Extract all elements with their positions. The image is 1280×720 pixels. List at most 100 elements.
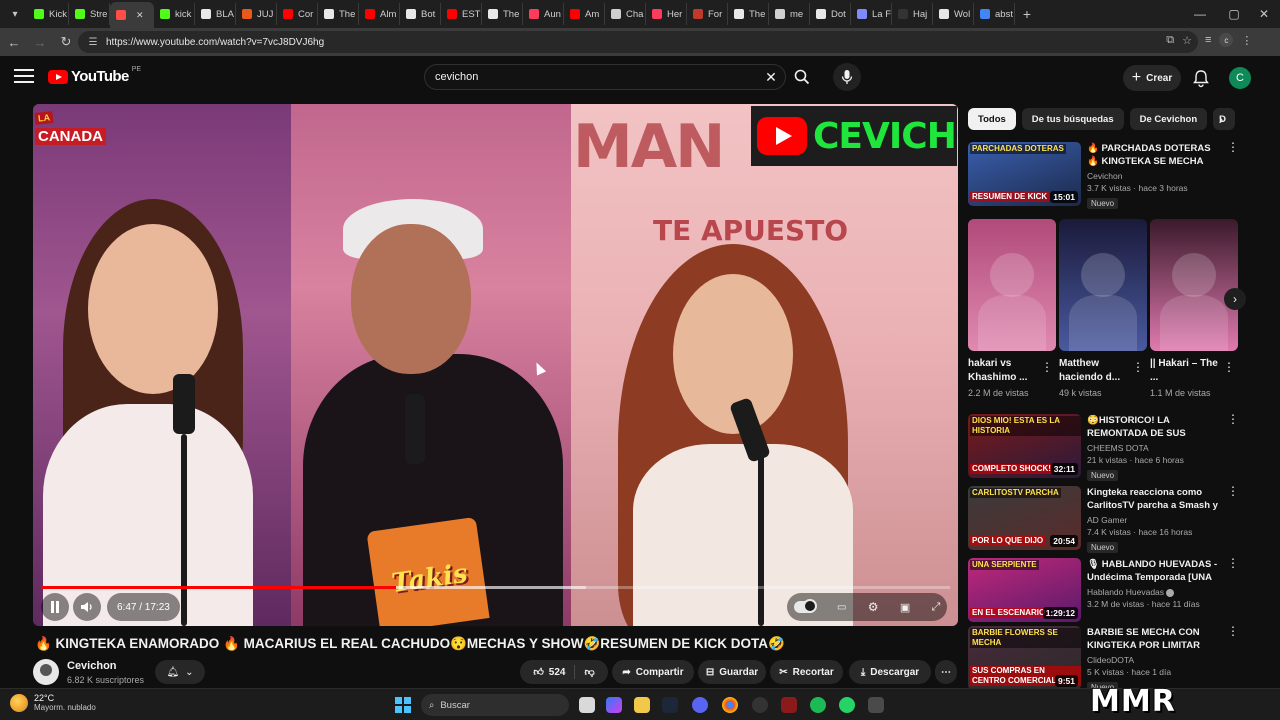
short-video[interactable]: Matthew haciendo d... 49 k vistas ⋮ — [1059, 219, 1147, 398]
channel-name[interactable]: ClideoDOTA — [1087, 655, 1222, 665]
recommended-video[interactable]: PARCHADAS DOTERAS RESUMEN DE KICK 15:01 🔥 P… — [968, 141, 1239, 209]
more-vertical-icon[interactable]: ⋮ — [1132, 361, 1144, 373]
filter-chip[interactable]: Todos — [968, 108, 1016, 130]
video-title[interactable]: 🔥 PARCHADAS DOTERAS🔥 KINGTEKA SE MECHA C… — [1087, 142, 1222, 168]
copilot-icon[interactable] — [606, 697, 622, 713]
short-thumbnail[interactable] — [1059, 219, 1147, 351]
channel-name[interactable]: CHEEMS DOTA — [1087, 443, 1222, 453]
browser-tab[interactable]: EST — [441, 3, 482, 25]
short-thumbnail[interactable] — [1150, 219, 1238, 351]
video-title[interactable]: 🎙 HABLANDO HUEVADAS - Undécima Temporada… — [1087, 558, 1222, 584]
channel-name[interactable]: Hablando Huevadas — [1087, 587, 1222, 597]
filter-chip[interactable]: De tus búsquedas — [1021, 108, 1124, 130]
browser-tab[interactable]: kick — [154, 3, 195, 25]
video-title[interactable]: 😳HISTORICO! LA REMONTADA DE SUS VIDAS!..… — [1087, 414, 1222, 440]
browser-tab[interactable]: The — [482, 3, 523, 25]
like-button[interactable]: 👍︎ 524 — [533, 666, 565, 679]
youtube-logo[interactable]: YouTube PE — [48, 66, 141, 85]
media-controls-icon[interactable]: ≡ — [1205, 34, 1211, 46]
subscribed-button[interactable]: 🔔︎ ⌄ — [155, 660, 205, 684]
clear-search-icon[interactable]: ✕ — [757, 69, 785, 86]
windows-start-icon[interactable] — [395, 697, 411, 713]
pause-button[interactable] — [41, 593, 69, 621]
browser-tab[interactable]: Stre — [69, 3, 110, 25]
channel-name[interactable]: AD Gamer — [1087, 515, 1222, 525]
recommended-video[interactable]: BARBIE FLOWERS SE MECHA SUS COMPRAS EN CE… — [968, 625, 1239, 693]
download-button[interactable]: ⤓ Descargar — [849, 660, 931, 684]
close-tab-icon[interactable]: ✕ — [136, 10, 144, 21]
profile-avatar[interactable]: c — [1219, 33, 1234, 47]
voice-search-button[interactable] — [833, 63, 861, 91]
account-avatar[interactable]: C — [1229, 67, 1251, 89]
volume-button[interactable] — [73, 593, 101, 621]
more-vertical-icon[interactable]: ⋮ — [1227, 625, 1239, 637]
chrome-icon[interactable] — [722, 697, 738, 713]
fullscreen-icon[interactable]: ⤢ — [932, 601, 941, 614]
browser-tab[interactable]: Alm — [359, 3, 400, 25]
channel-name[interactable]: Cevichon — [67, 660, 117, 672]
video-thumbnail[interactable]: UNA SERPIENTE EN EL ESCENARIO 1:29:12 — [968, 558, 1081, 622]
browser-tab[interactable]: The — [318, 3, 359, 25]
browser-tab[interactable]: The — [728, 3, 769, 25]
progress-bar[interactable] — [41, 586, 950, 589]
more-vertical-icon[interactable]: ⋮ — [1227, 413, 1239, 425]
browser-tab[interactable]: ✕ — [110, 2, 154, 28]
spotify-icon[interactable] — [810, 697, 826, 713]
notifications-bell-icon[interactable] — [1191, 68, 1211, 88]
video-thumbnail[interactable]: CARLITOSTV PARCHA POR LO QUE DIJO 20:54 — [968, 486, 1081, 550]
recommended-video[interactable]: DIOS MIO! ESTA ES LA HISTORIA COMPLETO SH… — [968, 413, 1239, 481]
browser-tab[interactable]: Wol — [933, 3, 974, 25]
create-button[interactable]: + Crear — [1123, 65, 1181, 91]
guide-menu-icon[interactable] — [14, 69, 34, 87]
browser-tab[interactable]: me — [769, 3, 810, 25]
task-view-icon[interactable] — [579, 697, 595, 713]
forward-arrow-icon[interactable]: → — [28, 30, 52, 54]
browser-tab[interactable]: abst — [974, 3, 1015, 25]
browser-tab[interactable]: Am — [564, 3, 605, 25]
tab-search-button[interactable]: ▾ — [2, 3, 28, 25]
video-player[interactable]: MAN TE APUESTO Takis LA CANADA CEVICHON … — [33, 104, 958, 626]
whatsapp-icon[interactable] — [839, 697, 855, 713]
browser-tab[interactable]: Haj — [892, 3, 933, 25]
search-button[interactable] — [786, 64, 818, 90]
close-window-icon[interactable]: ✕ — [1244, 0, 1280, 28]
bookmark-star-icon[interactable]: ☆ — [1182, 34, 1192, 47]
subtitles-icon[interactable]: ▭ — [837, 602, 846, 613]
more-vertical-icon[interactable]: ⋮ — [1227, 141, 1239, 153]
channel-name[interactable]: Cevichon — [1087, 171, 1222, 181]
browser-tab[interactable]: Cor — [277, 3, 318, 25]
browser-tab[interactable]: Her — [646, 3, 687, 25]
app-icon[interactable] — [752, 697, 768, 713]
discord-icon[interactable] — [692, 697, 708, 713]
clip-button[interactable]: ✂ Recortar — [770, 660, 843, 684]
video-thumbnail[interactable]: DIOS MIO! ESTA ES LA HISTORIA COMPLETO SH… — [968, 414, 1081, 478]
video-title[interactable]: Kingteka reacciona como CarlitosTV parch… — [1087, 486, 1222, 512]
save-button[interactable]: ⊟ Guardar — [698, 660, 766, 684]
browser-menu-icon[interactable]: ⋮ — [1241, 34, 1252, 47]
more-vertical-icon[interactable]: ⋮ — [1227, 557, 1239, 569]
thumbs-down-icon[interactable]: 👎︎ — [584, 666, 594, 678]
short-title[interactable]: Matthew haciendo d... — [1059, 357, 1131, 385]
short-video[interactable]: || Hakari – The ... 1.1 M de vistas ⋮ — [1150, 219, 1238, 398]
video-title[interactable]: BARBIE SE MECHA CON KINGTEKA POR LIMITAR… — [1087, 626, 1222, 652]
browser-tab[interactable]: La F — [851, 3, 892, 25]
autoplay-toggle[interactable] — [793, 599, 817, 613]
video-thumbnail[interactable]: BARBIE FLOWERS SE MECHA SUS COMPRAS EN CE… — [968, 626, 1081, 690]
browser-tab[interactable]: Cha — [605, 3, 646, 25]
more-vertical-icon[interactable]: ⋮ — [1223, 361, 1235, 373]
more-vertical-icon[interactable]: ⋮ — [1227, 485, 1239, 497]
browser-tab[interactable]: Dot — [810, 3, 851, 25]
browser-tab[interactable]: For — [687, 3, 728, 25]
url-bar[interactable]: ☰ https://www.youtube.com/watch?v=7vcJ8D… — [78, 31, 1198, 53]
steam-icon[interactable] — [662, 697, 678, 713]
more-vertical-icon[interactable]: ⋮ — [1041, 361, 1053, 373]
shorts-next-icon[interactable]: › — [1224, 288, 1246, 310]
channel-avatar[interactable] — [33, 659, 59, 685]
recommended-video[interactable]: UNA SERPIENTE EN EL ESCENARIO 1:29:12 🎙 HAB… — [968, 557, 1239, 624]
taskbar-search[interactable]: ⌕ Buscar — [421, 694, 569, 716]
theater-mode-icon[interactable]: ▣ — [900, 601, 910, 614]
search-input[interactable]: cevichon ✕ — [424, 64, 786, 90]
file-explorer-icon[interactable] — [634, 697, 650, 713]
recommended-video[interactable]: CARLITOSTV PARCHA POR LO QUE DIJO 20:54 Kin… — [968, 485, 1239, 553]
app-red-icon[interactable] — [781, 697, 797, 713]
